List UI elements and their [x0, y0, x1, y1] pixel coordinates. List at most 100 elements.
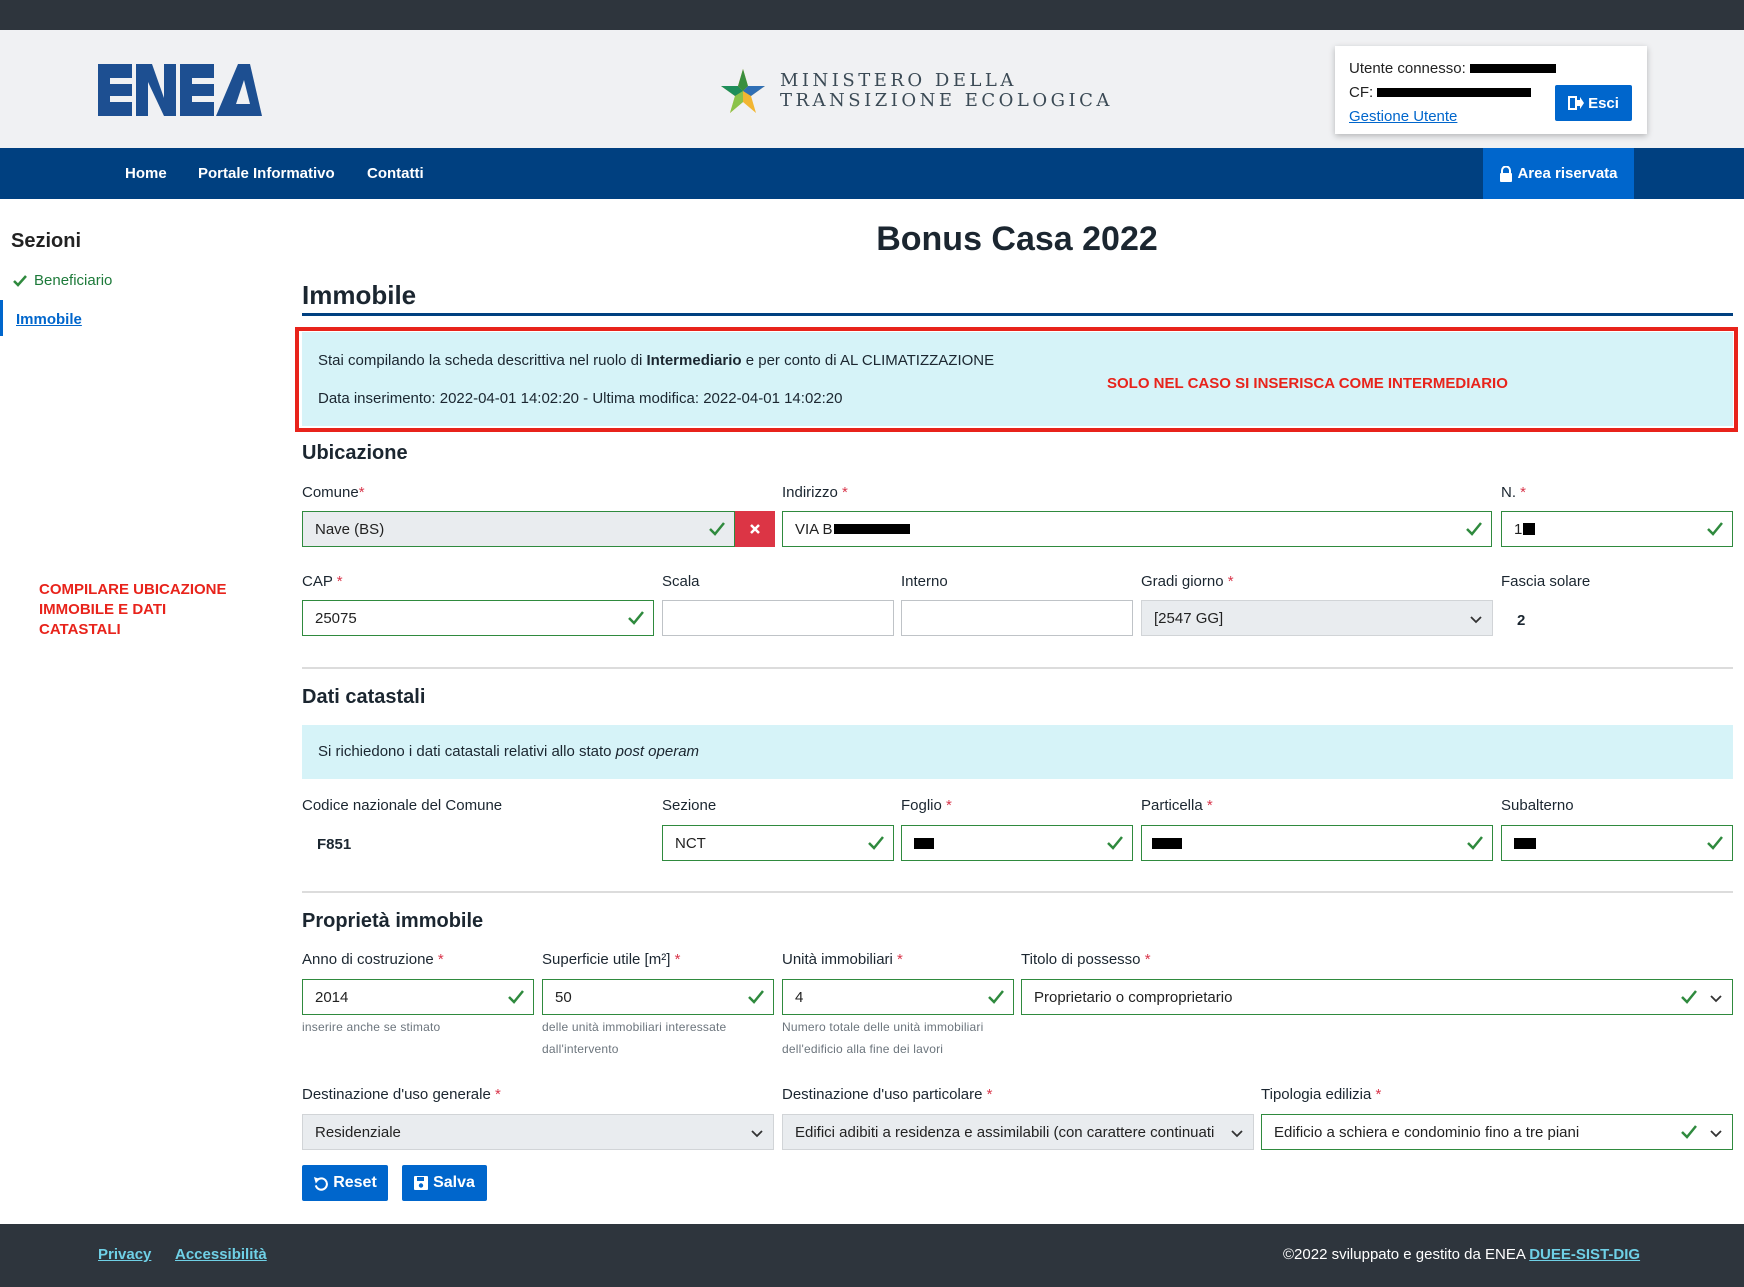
user-box: Utente connesso: CF: Gestione Utente Esc…	[1335, 46, 1647, 134]
footer-copyright: ©2022 sviluppato e gestito da ENEA DUEE-…	[1283, 1246, 1640, 1263]
tipologia-value: Edificio a schiera e condominio fino a t…	[1274, 1123, 1580, 1141]
titolo-select[interactable]: Proprietario o comproprietario	[1021, 979, 1733, 1015]
save-button[interactable]: Salva	[402, 1165, 487, 1201]
redacted-address	[833, 524, 910, 534]
particella-field[interactable]	[1141, 825, 1493, 861]
valid-check-icon	[1466, 522, 1482, 536]
sidebar-item-immobile[interactable]: Immobile	[16, 311, 82, 328]
codice-value: F851	[317, 836, 352, 853]
indirizzo-label-text: Indirizzo	[782, 484, 838, 501]
site-header: MINISTERO DELLA TRANSIZIONE ECOLOGICA Ut…	[0, 30, 1744, 148]
comune-field[interactable]: Nave (BS)	[302, 511, 735, 547]
fill-annotation-line2: IMMOBILE E DATI	[39, 601, 167, 618]
unita-label: Unità immobiliari *	[782, 951, 903, 968]
numero-label-text: N.	[1501, 484, 1516, 501]
save-icon	[414, 1176, 429, 1190]
valid-check-icon	[1707, 836, 1723, 850]
indirizzo-label: Indirizzo *	[782, 484, 848, 501]
tipologia-select[interactable]: Edificio a schiera e condominio fino a t…	[1261, 1114, 1733, 1150]
numero-value: 1	[1514, 520, 1523, 538]
chevron-down-icon	[1710, 995, 1722, 1003]
catastali-note-em: post operam	[615, 743, 700, 760]
chevron-down-icon	[1470, 616, 1482, 624]
nav-portale-informativo[interactable]: Portale Informativo	[198, 148, 335, 199]
sidebar-title: Sezioni	[11, 230, 82, 252]
interno-field[interactable]	[901, 600, 1133, 636]
main-nav: Home Portale Informativo Contatti Area r…	[0, 148, 1744, 199]
valid-check-icon	[868, 836, 884, 850]
logout-label: Esci	[1588, 94, 1619, 112]
privacy-link[interactable]: Privacy	[98, 1246, 151, 1263]
valid-check-icon	[988, 990, 1004, 1004]
dept-link[interactable]: DUEE-SIST-DIG	[1529, 1246, 1640, 1263]
ministry-star-icon	[721, 69, 765, 113]
nav-home[interactable]: Home	[125, 148, 167, 199]
sezione-value: NCT	[675, 834, 706, 852]
accessibility-link[interactable]: Accessibilità	[175, 1246, 267, 1263]
dest-generale-label: Destinazione d'uso generale *	[302, 1086, 501, 1103]
valid-check-icon	[1681, 990, 1697, 1004]
codice-label: Codice nazionale del Comune	[302, 797, 503, 814]
redacted-number	[1523, 523, 1536, 535]
tipologia-label: Tipologia edilizia *	[1261, 1086, 1382, 1103]
manage-user-link[interactable]: Gestione Utente	[1349, 108, 1457, 125]
catastali-note: Si richiedono i dati catastali relativi …	[318, 743, 699, 760]
anno-label: Anno di costruzione *	[302, 951, 444, 968]
numero-field[interactable]: 1	[1501, 511, 1733, 547]
ministry-logo[interactable]: MINISTERO DELLA TRANSIZIONE ECOLOGICA	[718, 64, 1113, 118]
indirizzo-value: VIA B	[795, 520, 833, 538]
particella-label-text: Particella	[1141, 797, 1203, 814]
foglio-label-text: Foglio	[901, 797, 942, 814]
lock-icon	[1500, 165, 1513, 182]
chevron-down-icon	[1231, 1130, 1243, 1138]
unita-field[interactable]: 4	[782, 979, 1014, 1015]
unita-help: Numero totale delle unità immobiliari de…	[782, 1016, 984, 1060]
superficie-help: delle unità immobiliari interessate dall…	[542, 1016, 726, 1060]
gradi-giorno-value: [2547 GG]	[1154, 609, 1224, 627]
catastali-note-prefix: Si richiedono i dati catastali relativi …	[318, 743, 616, 760]
undo-icon	[314, 1176, 329, 1191]
superficie-field[interactable]: 50	[542, 979, 774, 1015]
annotation-frame	[295, 327, 1738, 432]
fascia-solare-label: Fascia solare	[1501, 573, 1591, 590]
chevron-down-icon	[1710, 1130, 1722, 1138]
redacted-foglio	[914, 837, 934, 849]
dest-particolare-select[interactable]: Edifici adibiti a residenza e assimilabi…	[782, 1114, 1254, 1150]
gradi-giorno-select[interactable]: [2547 GG]	[1141, 600, 1493, 636]
scala-field[interactable]	[662, 600, 894, 636]
cap-label-text: CAP	[302, 573, 333, 590]
valid-check-icon	[508, 990, 524, 1004]
unita-help-line2: dell'edificio alla fine dei lavori	[782, 1042, 944, 1056]
sidebar-item-beneficiario[interactable]: Beneficiario	[12, 272, 112, 289]
superficie-help-line1: delle unità immobiliari interessate	[542, 1020, 727, 1034]
redacted-particella	[1152, 837, 1182, 849]
valid-check-icon	[1707, 522, 1723, 536]
numero-label: N. *	[1501, 484, 1527, 501]
subalterno-field[interactable]	[1501, 825, 1733, 861]
indirizzo-field[interactable]: VIA B	[782, 511, 1492, 547]
anno-field[interactable]: 2014	[302, 979, 534, 1015]
divider	[302, 891, 1733, 893]
fill-annotation-line1: COMPILARE UBICAZIONE	[39, 581, 227, 598]
reserved-area-button[interactable]: Area riservata	[1483, 148, 1634, 199]
valid-check-icon	[1107, 836, 1123, 850]
enea-logo[interactable]	[98, 64, 262, 116]
titolo-label-text: Titolo di possesso	[1021, 951, 1141, 968]
save-label: Salva	[433, 1174, 475, 1191]
reset-button[interactable]: Reset	[302, 1165, 388, 1201]
close-icon	[750, 524, 760, 534]
gradi-giorno-label: Gradi giorno *	[1141, 573, 1234, 590]
comune-clear-button[interactable]	[735, 511, 775, 547]
unita-label-text: Unità immobiliari	[782, 951, 893, 968]
dest-generale-select[interactable]: Residenziale	[302, 1114, 774, 1150]
cap-value: 25075	[315, 609, 357, 627]
section-title-proprieta: Proprietà immobile	[302, 910, 484, 932]
anno-label-text: Anno di costruzione	[302, 951, 434, 968]
foglio-field[interactable]	[901, 825, 1133, 861]
section-underline	[302, 313, 1733, 316]
cap-field[interactable]: 25075	[302, 600, 654, 636]
titolo-value: Proprietario o comproprietario	[1034, 988, 1233, 1006]
sezione-field[interactable]: NCT	[662, 825, 894, 861]
nav-contatti[interactable]: Contatti	[367, 148, 424, 199]
logout-button[interactable]: Esci	[1555, 85, 1632, 121]
